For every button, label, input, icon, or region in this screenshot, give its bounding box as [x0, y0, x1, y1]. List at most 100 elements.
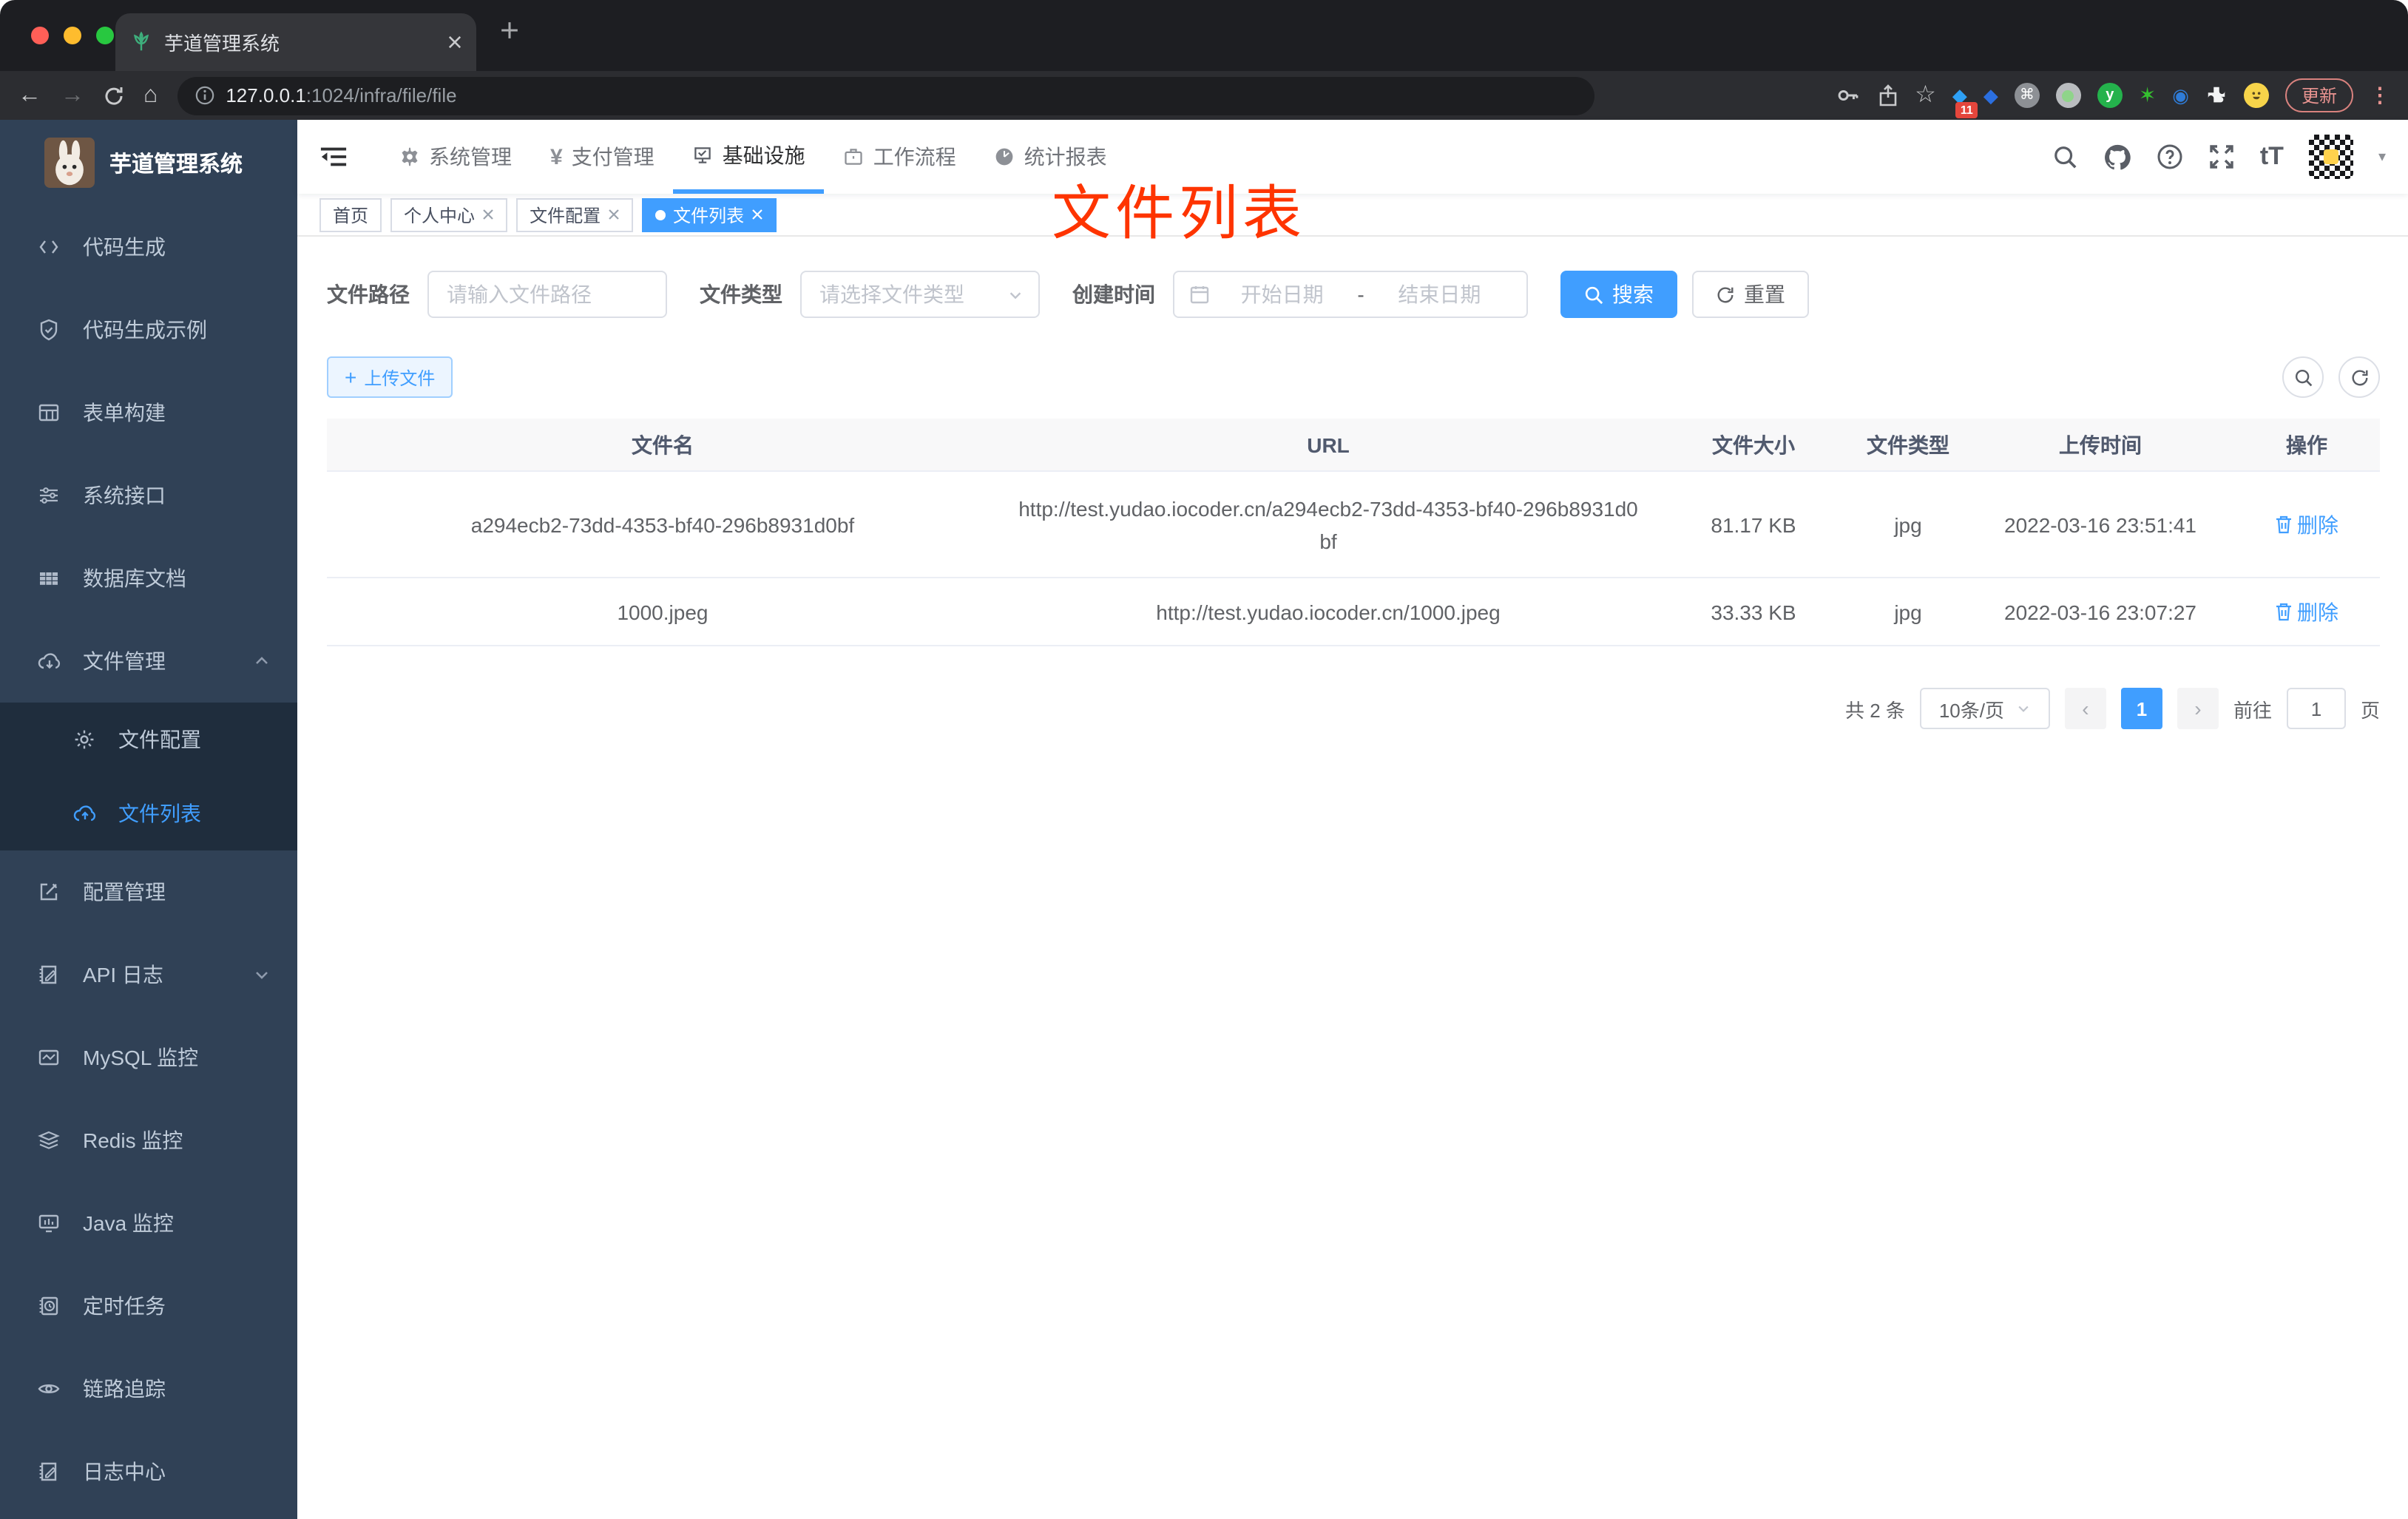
table-row[interactable]: 1000.jpeg http://test.yudao.iocoder.cn/1…: [327, 578, 2380, 646]
header-actions: 操作: [2286, 433, 2327, 456]
extension-badge: 11: [1955, 101, 1978, 118]
extension-emoji-icon[interactable]: [2243, 83, 2269, 108]
briefcase-icon: [844, 146, 865, 167]
browser-update-button[interactable]: 更新: [2284, 78, 2353, 112]
close-icon[interactable]: [482, 209, 494, 220]
extension-cmd-icon[interactable]: ⌘: [2014, 83, 2040, 108]
menu-infrastructure[interactable]: 基础设施: [673, 120, 825, 194]
gauge-icon: [995, 146, 1015, 167]
close-icon[interactable]: [608, 209, 620, 220]
search-icon: [2294, 368, 2312, 386]
close-window-button[interactable]: [31, 27, 49, 44]
tab-close-icon[interactable]: [448, 35, 461, 49]
sidebar-item-redis-monitor[interactable]: Redis 监控: [0, 1099, 297, 1182]
collapse-sidebar-icon[interactable]: [319, 145, 348, 169]
chart-line-icon: [35, 1046, 62, 1069]
home-icon[interactable]: ⌂: [143, 83, 158, 107]
sidebar-item-log-center[interactable]: 日志中心: [0, 1430, 297, 1513]
close-icon[interactable]: [751, 209, 763, 220]
extension-y-icon[interactable]: y: [2097, 83, 2123, 108]
password-key-icon[interactable]: [1835, 83, 1860, 108]
tag-file-list[interactable]: 文件列表: [642, 197, 777, 231]
eye-icon: [35, 1377, 62, 1401]
grid-icon: [35, 566, 62, 590]
sidebar-item-db-doc[interactable]: 数据库文档: [0, 537, 297, 620]
back-icon[interactable]: ←: [18, 83, 41, 107]
zoom-window-button[interactable]: [96, 27, 114, 44]
sidebar-item-code-demo[interactable]: 代码生成示例: [0, 288, 297, 371]
bookmark-star-icon[interactable]: ☆: [1915, 83, 1936, 107]
delete-button[interactable]: 删除: [2275, 597, 2338, 626]
sidebar-item-mysql-monitor[interactable]: MySQL 监控: [0, 1016, 297, 1099]
minimize-window-button[interactable]: [64, 27, 81, 44]
chevron-up-icon: [253, 652, 271, 670]
avatar[interactable]: [2308, 135, 2353, 179]
browser-tab[interactable]: 芋道管理系统: [115, 13, 476, 71]
cloud-upload-icon: [71, 802, 98, 825]
text-size-icon[interactable]: tT: [2260, 142, 2284, 172]
cell-file-type: jpg: [1894, 600, 1922, 623]
forward-icon[interactable]: →: [61, 83, 84, 107]
tab-title: 芋道管理系统: [164, 33, 280, 55]
chevron-down-icon: [1009, 291, 1021, 299]
sidebar-item-file-management[interactable]: 文件管理: [0, 620, 297, 703]
search-button[interactable]: 搜索: [1560, 271, 1677, 318]
menu-workflow[interactable]: 工作流程: [825, 120, 975, 194]
share-icon[interactable]: [1876, 84, 1898, 107]
current-page-button[interactable]: 1: [2120, 688, 2162, 729]
tag-file-config[interactable]: 文件配置: [516, 197, 634, 231]
extension-star-icon[interactable]: ✶: [2139, 83, 2156, 108]
sidebar-item-java-monitor[interactable]: Java 监控: [0, 1182, 297, 1265]
next-page-button[interactable]: ›: [2177, 688, 2219, 729]
goto-page-input[interactable]: [2286, 688, 2346, 729]
github-icon[interactable]: [2103, 143, 2131, 171]
date-range-picker[interactable]: 开始日期 - 结束日期: [1173, 271, 1528, 318]
url-path: :1024/infra/file/file: [305, 84, 457, 106]
upload-file-button[interactable]: + 上传文件: [327, 356, 453, 398]
help-icon[interactable]: [2157, 143, 2183, 170]
refresh-table-button[interactable]: [2338, 356, 2380, 398]
toggle-search-button[interactable]: [2282, 356, 2324, 398]
file-type-select[interactable]: 请选择文件类型: [800, 271, 1040, 318]
extension-gem-icon[interactable]: ◆: [1983, 84, 1998, 107]
sidebar-item-code-gen[interactable]: 代码生成: [0, 206, 297, 288]
site-info-icon[interactable]: [195, 86, 214, 105]
window-controls: [31, 27, 114, 44]
sidebar-item-tracing[interactable]: 链路追踪: [0, 1347, 297, 1430]
menu-system-management[interactable]: 系统管理: [380, 120, 531, 194]
header-url: URL: [1307, 433, 1350, 456]
page-content: 文件路径 文件类型 请选择文件类型 创建时间 开始日期 - 结束日期: [297, 237, 2408, 729]
new-tab-button[interactable]: [500, 21, 519, 40]
extension-tabs-icon[interactable]: ◆ 11: [1952, 84, 1978, 118]
sidebar-item-config-management[interactable]: 配置管理: [0, 850, 297, 933]
start-date-placeholder[interactable]: 开始日期: [1210, 280, 1354, 309]
sidebar-item-file-list[interactable]: 文件列表: [0, 777, 297, 850]
file-path-input[interactable]: [427, 271, 667, 318]
sidebar-item-file-config[interactable]: 文件配置: [0, 703, 297, 777]
gear-icon: [71, 728, 98, 751]
end-date-placeholder[interactable]: 结束日期: [1367, 280, 1512, 309]
app-logo[interactable]: 芋道管理系统: [0, 120, 297, 206]
sidebar-item-scheduled-tasks[interactable]: 定时任务: [0, 1265, 297, 1347]
chevron-down-icon: [2018, 706, 2029, 712]
extension-dot-icon[interactable]: [2055, 83, 2081, 108]
extension-eye-icon[interactable]: ◉: [2172, 84, 2189, 107]
menu-payment-management[interactable]: ¥ 支付管理: [531, 120, 674, 194]
sidebar-item-form-builder[interactable]: 表单构建: [0, 371, 297, 454]
avatar-caret-icon[interactable]: ▾: [2378, 149, 2386, 165]
tag-profile[interactable]: 个人中心: [390, 197, 508, 231]
address-bar[interactable]: 127.0.0.1:1024/infra/file/file: [177, 76, 1594, 115]
sidebar-item-api-log[interactable]: API 日志: [0, 933, 297, 1016]
prev-page-button[interactable]: ‹: [2064, 688, 2106, 729]
browser-menu-icon[interactable]: ⋮: [2370, 83, 2390, 108]
fullscreen-icon[interactable]: [2208, 143, 2235, 170]
delete-button[interactable]: 删除: [2275, 510, 2338, 539]
search-icon[interactable]: [2053, 144, 2078, 169]
reload-icon[interactable]: [104, 85, 124, 106]
page-size-select[interactable]: 10条/页: [1919, 688, 2050, 729]
reset-button[interactable]: 重置: [1692, 271, 1809, 318]
table-row[interactable]: a294ecb2-73dd-4353-bf40-296b8931d0bf htt…: [327, 472, 2380, 578]
tag-home[interactable]: 首页: [319, 197, 382, 231]
sidebar-item-system-api[interactable]: 系统接口: [0, 454, 297, 537]
extensions-puzzle-icon[interactable]: [2205, 84, 2228, 106]
